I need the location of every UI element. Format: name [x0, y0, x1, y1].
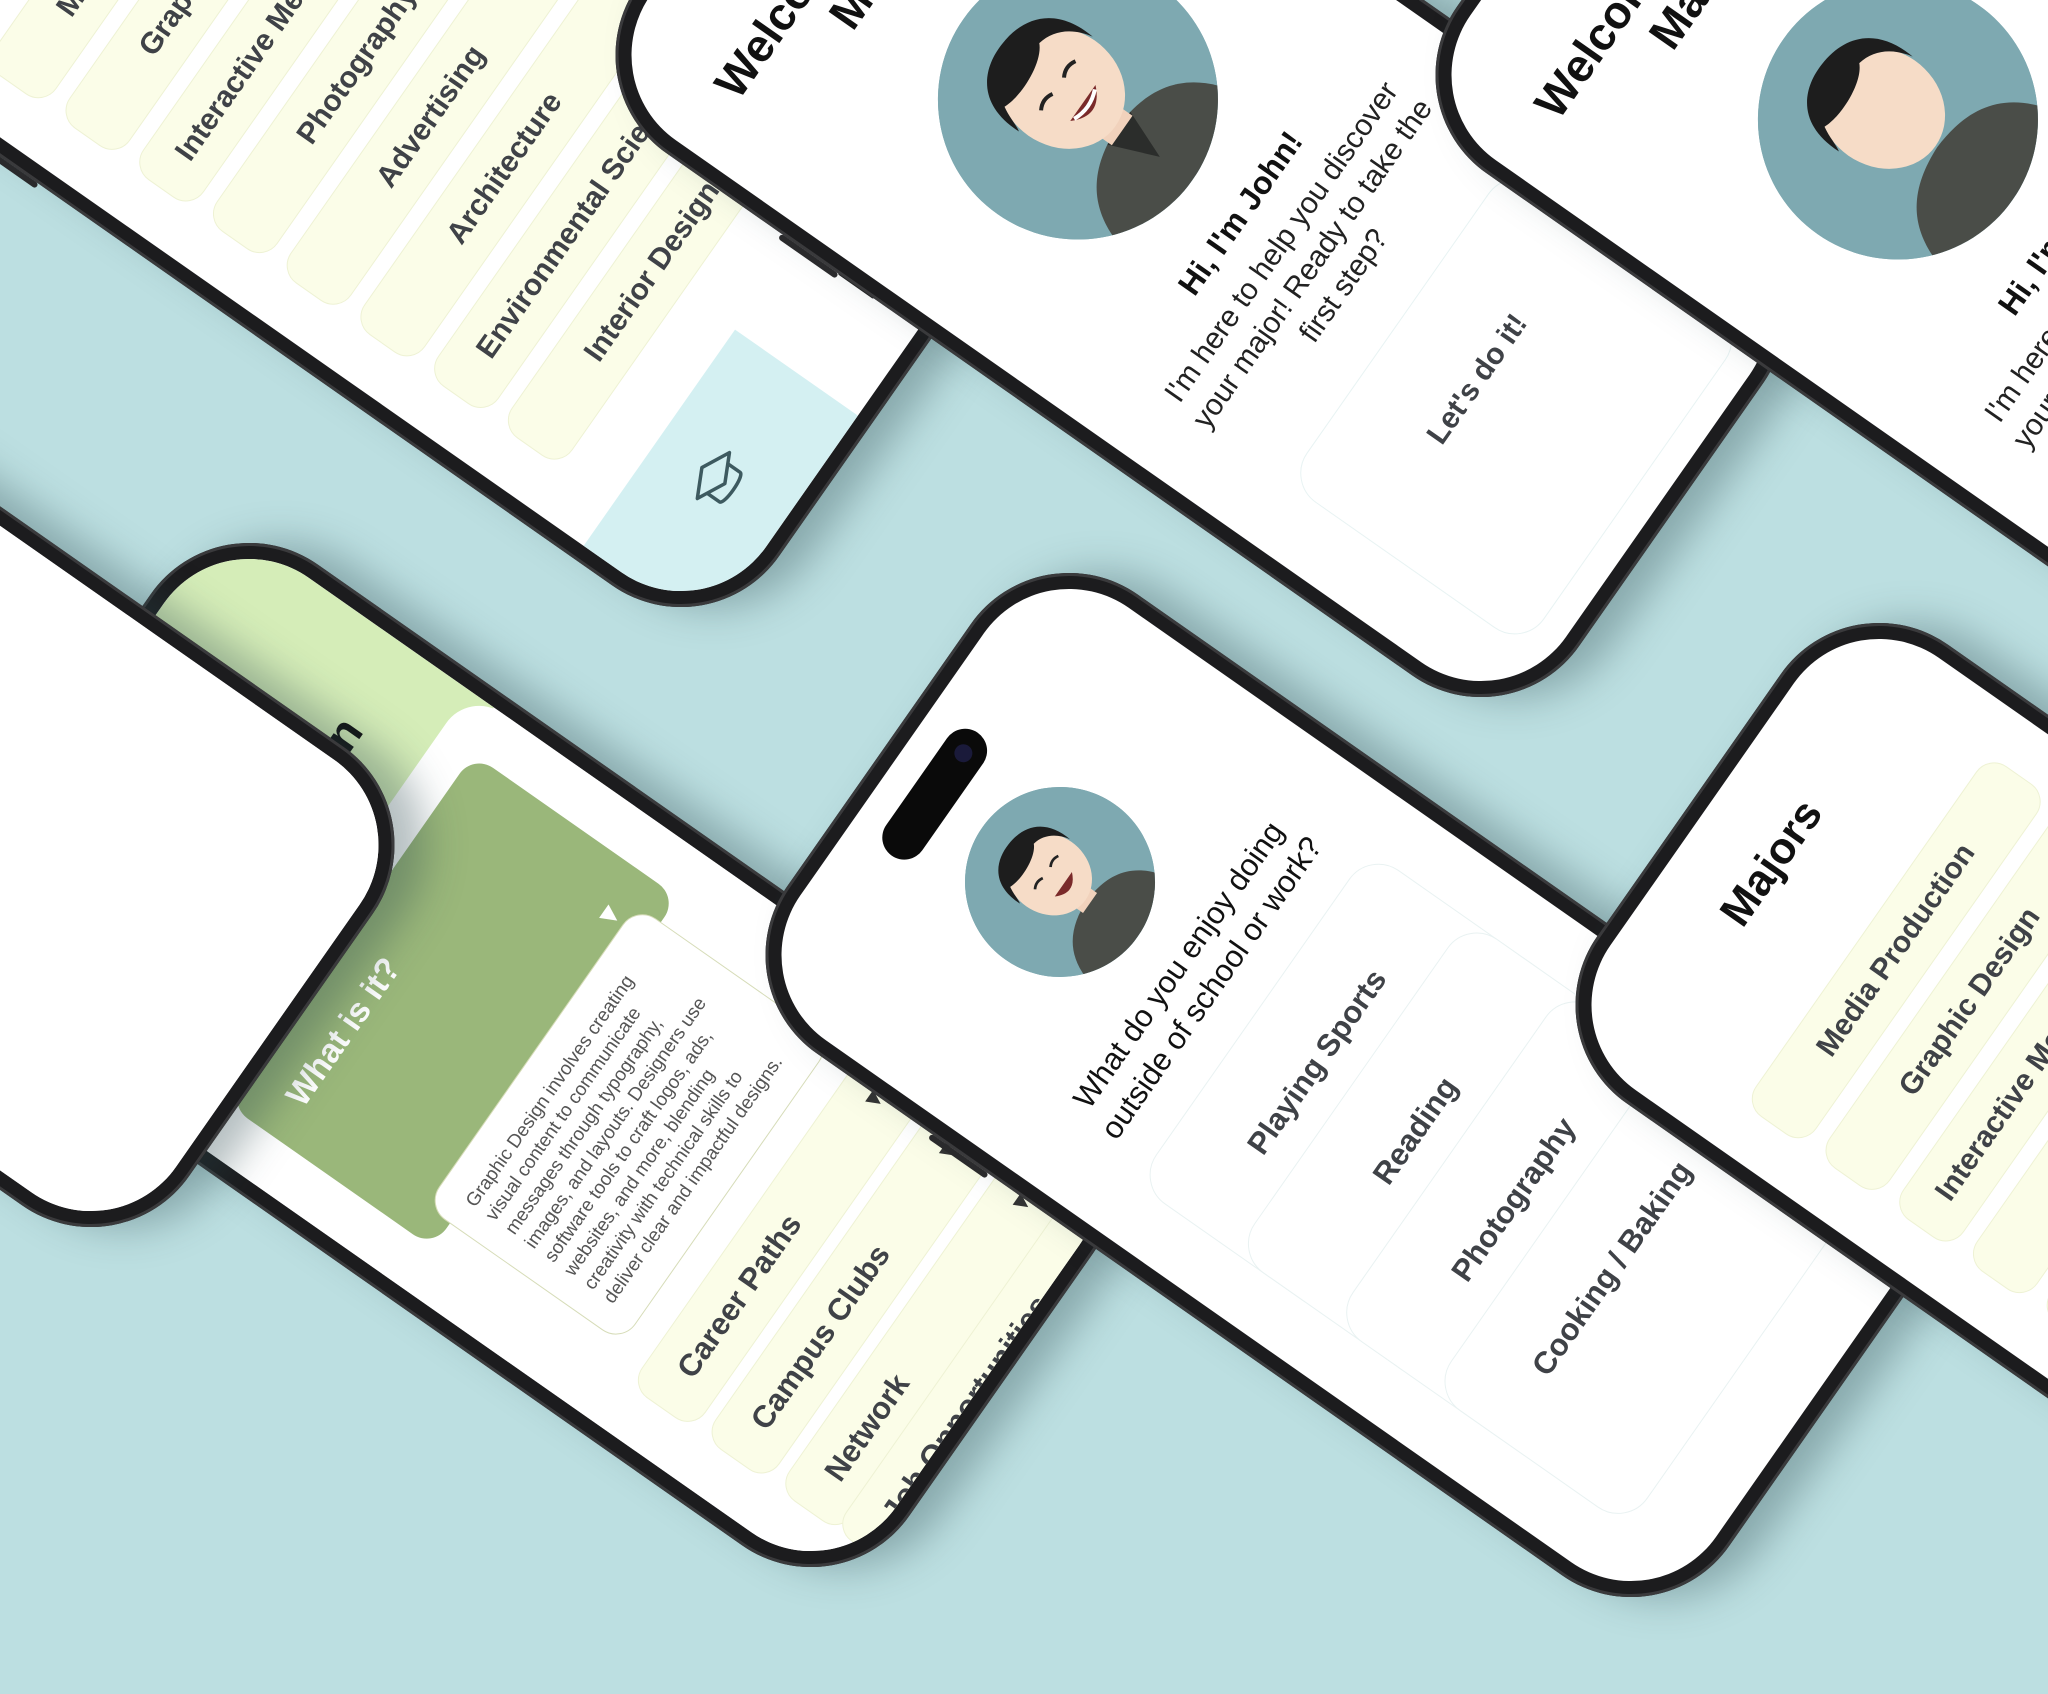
majors-page-title: Majors	[1710, 790, 1833, 935]
john-avatar-icon	[1702, 0, 2048, 315]
graduation-cap-icon	[695, 450, 743, 504]
avatar	[1702, 0, 2048, 315]
